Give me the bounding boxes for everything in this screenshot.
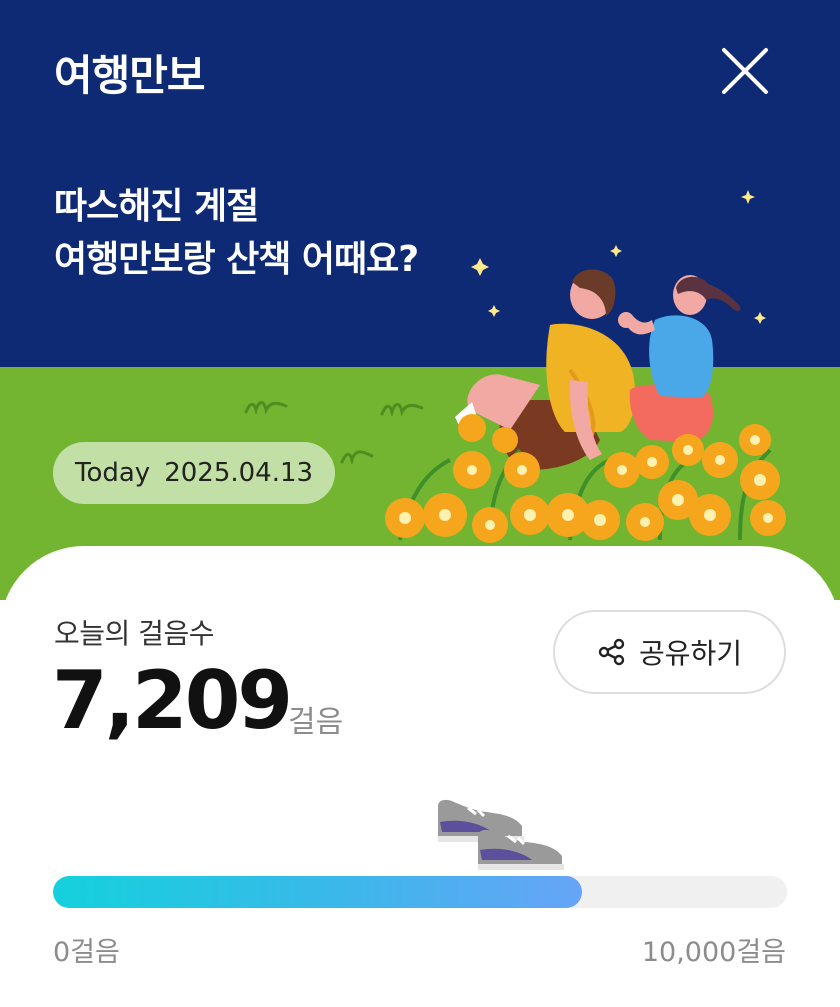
share-icon [598, 638, 625, 666]
steps-progress-bar [53, 876, 787, 908]
share-button[interactable]: 공유하기 [553, 610, 786, 694]
progress-min-label: 0걸음 [53, 937, 120, 968]
date-label: Today [75, 458, 151, 488]
steps-label: 오늘의 걸음수 [54, 617, 214, 650]
sneakers-icon [438, 799, 564, 870]
steps-count: 7,209 [52, 654, 293, 747]
couple-illustration [385, 269, 786, 543]
hero-banner: 여행만보 따스해진 계절 여행만보랑 산책 어때요? Today 2025.04… [0, 0, 840, 600]
progress-max-label: 10,000걸음 [641, 937, 786, 968]
steps-unit: 걸음 [288, 705, 344, 740]
progress-fill [53, 876, 583, 908]
share-button-label: 공유하기 [638, 637, 743, 670]
